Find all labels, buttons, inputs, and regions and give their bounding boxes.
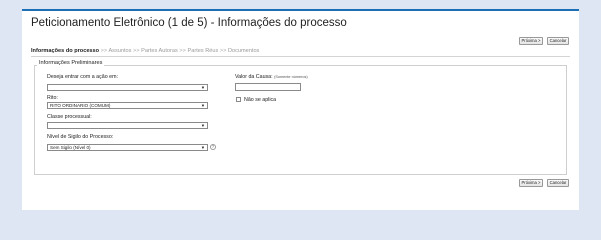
cause-value-hint: (Somente números) — [274, 75, 308, 79]
court-label: Deseja entrar com a ação em: — [47, 74, 118, 80]
cause-value-input[interactable] — [235, 83, 301, 91]
step-separator: >> — [179, 48, 186, 54]
step-defendants[interactable]: Partes Réus — [188, 48, 219, 54]
cancel-button-top[interactable]: Cancelar — [547, 37, 569, 45]
court-select[interactable]: ▼ — [47, 84, 208, 91]
preliminary-info-fieldset — [34, 65, 567, 175]
class-label: Classe processual: — [47, 114, 92, 120]
divider — [31, 56, 570, 57]
step-separator: >> — [100, 48, 108, 54]
not-applicable-checkbox[interactable] — [236, 97, 241, 102]
rite-select-value: RITO ORDINARIO (COMUM) — [50, 103, 111, 108]
next-button-top[interactable]: Próxima > — [519, 37, 543, 45]
help-icon[interactable]: ? — [210, 144, 216, 150]
chevron-down-icon: ▼ — [200, 85, 205, 90]
wizard-steps: Informações do processo >> Assuntos >> P… — [31, 48, 259, 54]
page-title: Peticionamento Eletrônico (1 de 5) - Inf… — [31, 17, 347, 29]
next-button-bottom[interactable]: Próxima > — [519, 179, 543, 187]
cause-value-label: Valor da Causa: (Somente números) — [235, 74, 308, 80]
fieldset-legend: Informações Preliminares — [37, 60, 105, 66]
chevron-down-icon: ▼ — [200, 103, 205, 108]
step-subjects[interactable]: Assuntos — [108, 48, 131, 54]
step-documents[interactable]: Documentos — [228, 48, 259, 54]
rite-label: Rito: — [47, 95, 58, 101]
secrecy-select-value: Sem Sigilo (Nível 0) — [50, 145, 91, 150]
class-select[interactable]: ▼ — [47, 122, 208, 129]
secrecy-select[interactable]: Sem Sigilo (Nível 0) ▼ — [47, 144, 208, 151]
cause-value-label-text: Valor da Causa: — [235, 74, 273, 80]
chevron-down-icon: ▼ — [200, 145, 205, 150]
chevron-down-icon: ▼ — [200, 123, 205, 128]
step-process-info[interactable]: Informações do processo — [31, 48, 99, 54]
not-applicable-label: Não se aplica — [244, 97, 277, 103]
cancel-button-bottom[interactable]: Cancelar — [547, 179, 569, 187]
rite-select[interactable]: RITO ORDINARIO (COMUM) ▼ — [47, 102, 208, 109]
step-plaintiffs[interactable]: Partes Autoras — [141, 48, 178, 54]
step-separator: >> — [219, 48, 227, 54]
secrecy-label: Nível de Sigilo do Processo: — [47, 134, 114, 140]
step-separator: >> — [133, 48, 140, 54]
form-panel: Peticionamento Eletrônico (1 de 5) - Inf… — [22, 9, 579, 210]
